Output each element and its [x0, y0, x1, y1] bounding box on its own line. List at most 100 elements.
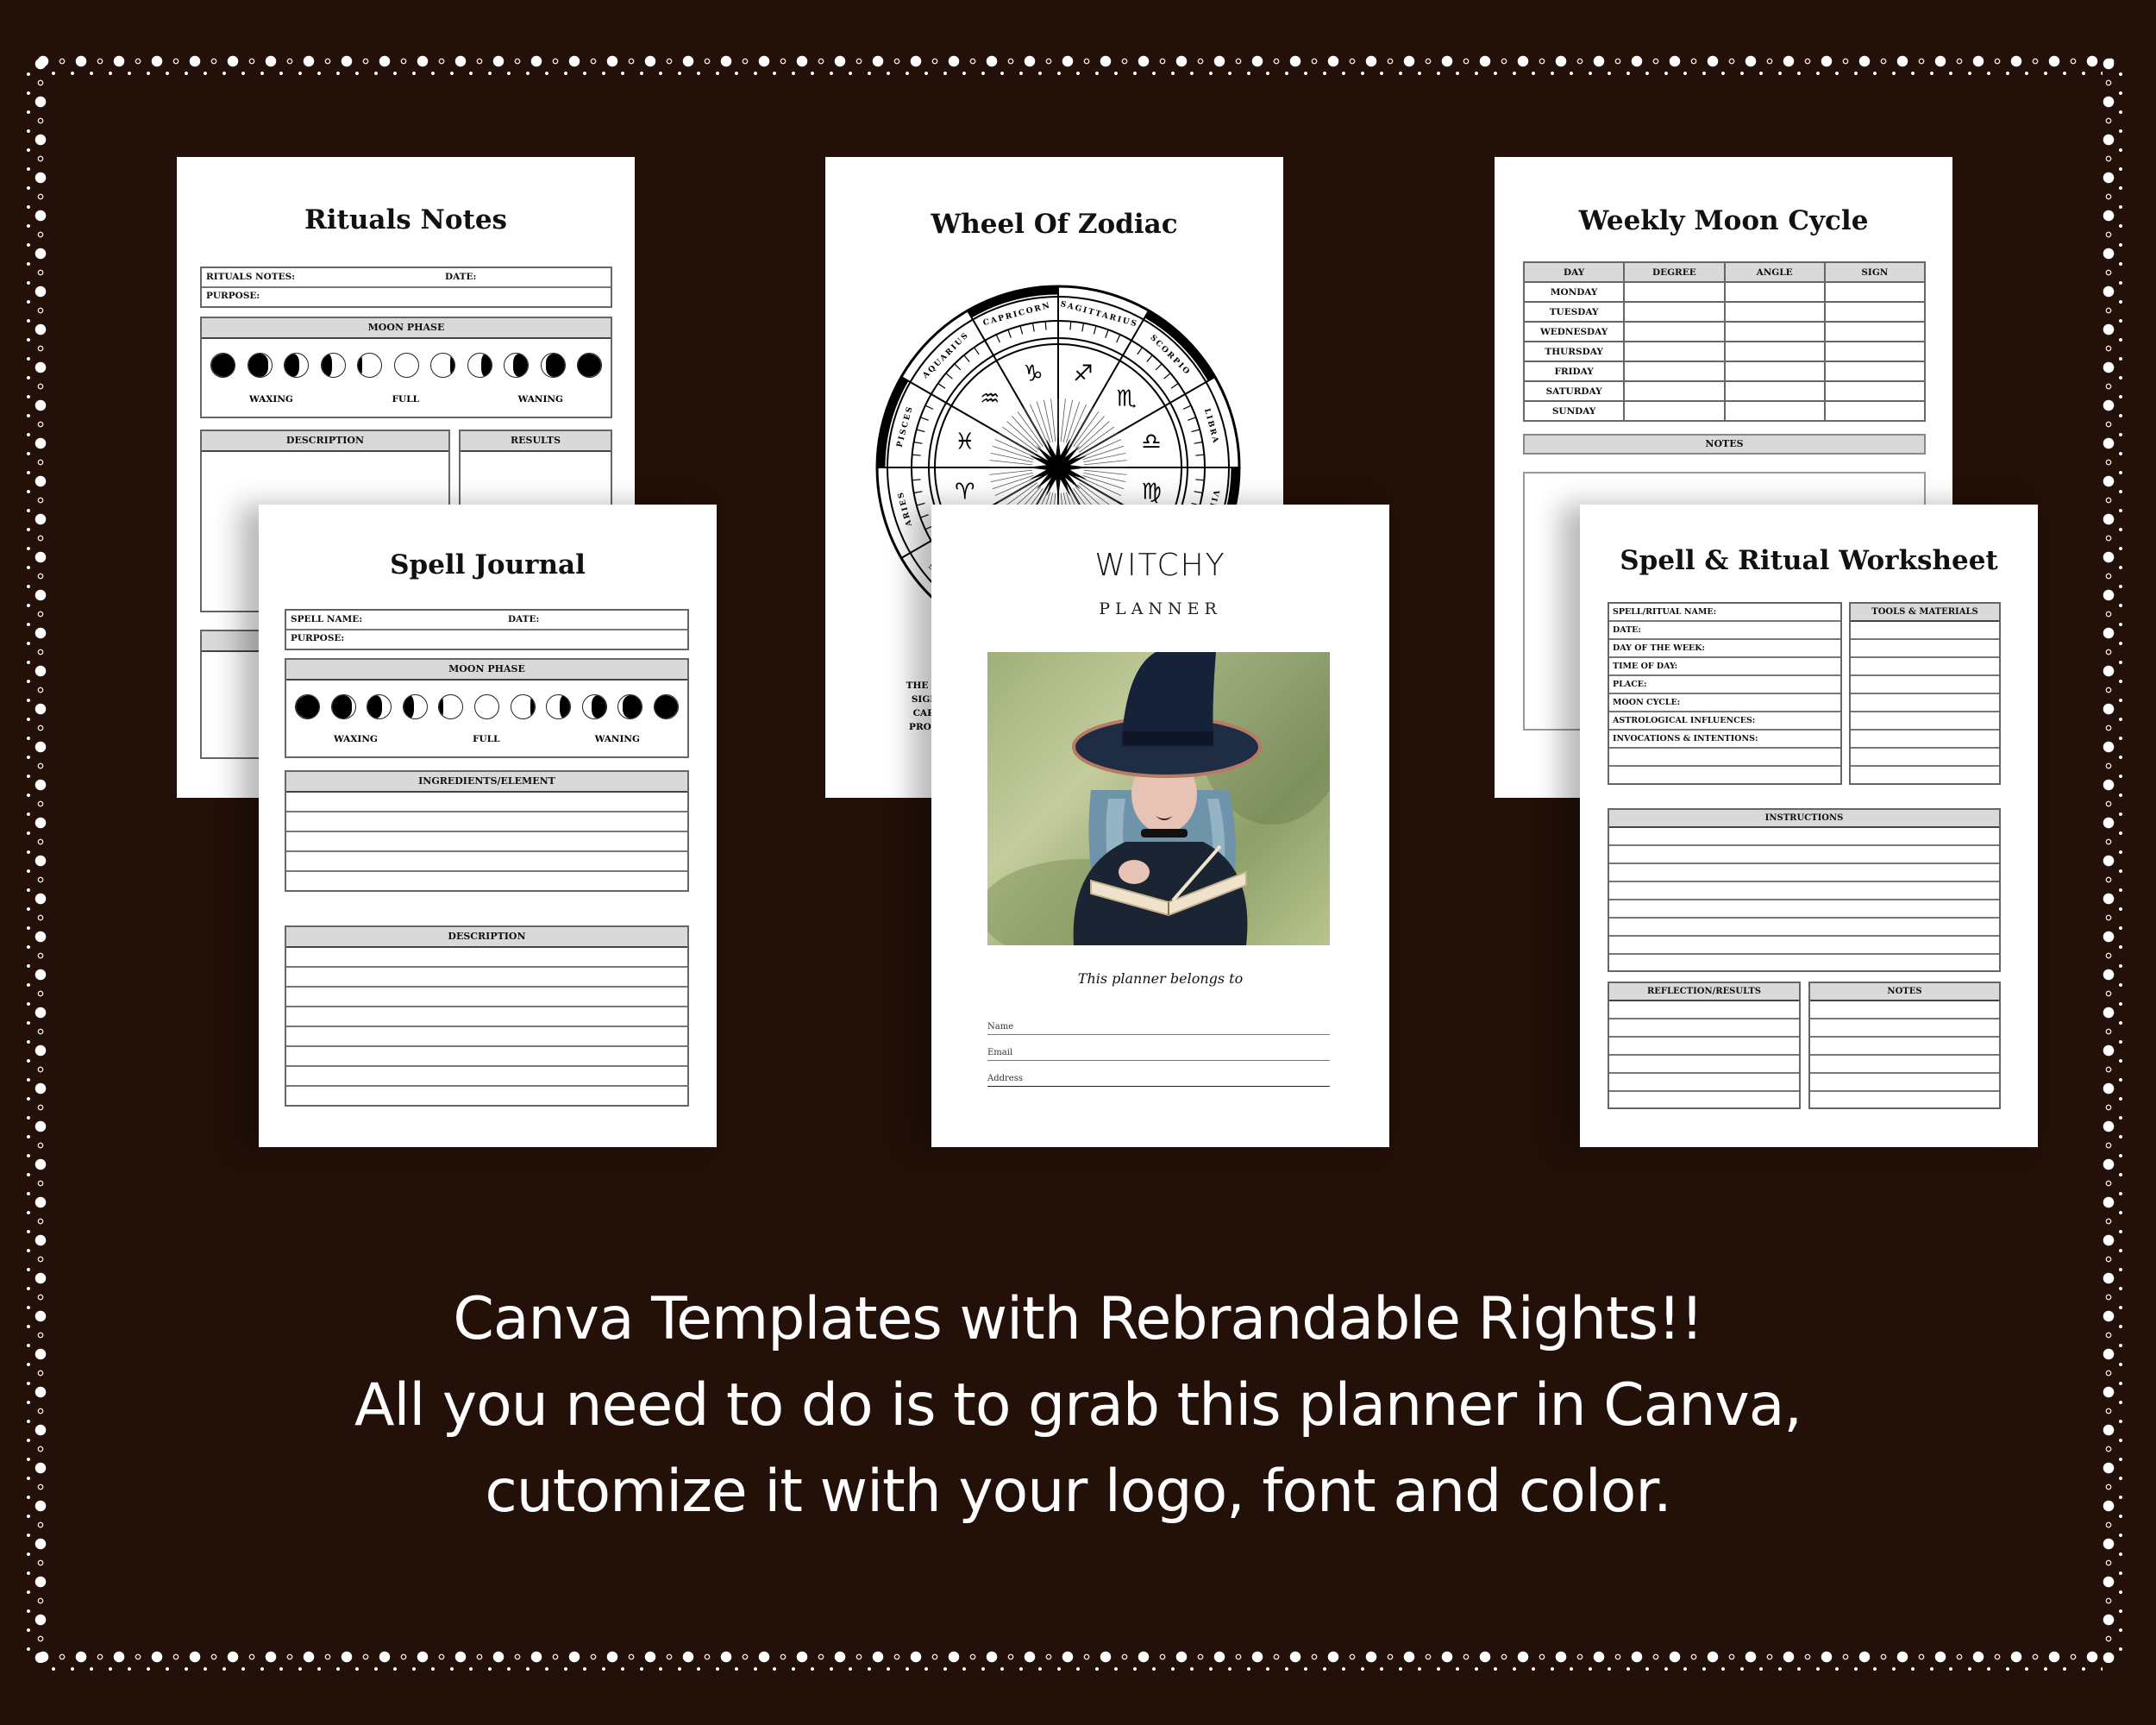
writing-line[interactable] — [286, 1087, 687, 1107]
writing-line[interactable] — [286, 832, 687, 852]
writing-line[interactable] — [286, 1047, 687, 1067]
writing-line[interactable] — [1851, 658, 1999, 676]
sun-ray — [992, 474, 1034, 490]
writing-line[interactable] — [286, 793, 687, 812]
writing-line[interactable] — [1609, 882, 1999, 900]
writing-line[interactable] — [1609, 900, 1999, 919]
writing-line[interactable] — [1851, 767, 1999, 785]
degree-cell[interactable] — [1623, 361, 1726, 382]
writing-line[interactable] — [286, 852, 687, 872]
worksheet-field-row[interactable]: DATE: — [1609, 622, 1840, 640]
border-top — [34, 55, 2115, 67]
angle-cell[interactable] — [1723, 400, 1826, 422]
writing-line[interactable] — [1609, 1019, 1799, 1038]
writing-line[interactable] — [286, 1007, 687, 1027]
degree-cell[interactable] — [1623, 321, 1726, 342]
zodiac-sign-label: PISCES — [895, 405, 915, 448]
sign-cell[interactable] — [1823, 400, 1927, 422]
writing-line[interactable] — [286, 948, 687, 968]
ritual-name-label: RITUALS NOTES: — [206, 272, 296, 282]
writing-line[interactable] — [1609, 955, 1999, 973]
promo-line-1: Canva Templates with Rebrandable Rights!… — [453, 1285, 1703, 1353]
writing-line[interactable] — [1609, 937, 1999, 955]
moon-phase-header: MOON PHASE — [286, 660, 687, 681]
writing-line[interactable] — [1609, 1092, 1799, 1110]
writing-line[interactable] — [1851, 712, 1999, 731]
wheel-tick — [984, 340, 990, 348]
ingredients-header: INGREDIENTS/ELEMENT — [286, 772, 687, 793]
writing-line[interactable] — [286, 872, 687, 892]
moon-phase-icon — [438, 694, 464, 719]
worksheet-field-row[interactable]: PLACE: — [1609, 676, 1840, 694]
wheel-tick — [1163, 373, 1171, 380]
writing-line[interactable] — [286, 1027, 687, 1047]
name-field[interactable]: Name — [987, 1009, 1330, 1035]
degree-cell[interactable] — [1623, 380, 1726, 402]
sign-cell[interactable] — [1823, 361, 1927, 382]
worksheet-field-row[interactable]: SPELL/RITUAL NAME: — [1609, 604, 1840, 622]
angle-cell[interactable] — [1723, 361, 1826, 382]
writing-line[interactable] — [286, 812, 687, 832]
angle-cell[interactable] — [1723, 321, 1826, 342]
writing-line[interactable] — [1810, 1038, 1999, 1056]
writing-line[interactable] — [1609, 864, 1999, 882]
writing-line[interactable] — [1851, 749, 1999, 767]
address-field[interactable]: Address — [987, 1061, 1330, 1087]
sign-cell[interactable] — [1823, 341, 1927, 362]
sign-cell[interactable] — [1823, 281, 1927, 303]
angle-cell[interactable] — [1723, 301, 1826, 323]
writing-line[interactable] — [286, 968, 687, 988]
writing-line[interactable] — [286, 1067, 687, 1087]
sign-cell[interactable] — [1823, 380, 1927, 402]
sun-ray — [1036, 401, 1051, 443]
degree-cell[interactable] — [1623, 400, 1726, 422]
degree-cell[interactable] — [1623, 281, 1726, 303]
sun-ray — [1082, 474, 1125, 490]
writing-line[interactable] — [1851, 694, 1999, 712]
writing-line[interactable] — [1851, 640, 1999, 658]
wheel-tick — [1194, 491, 1203, 494]
worksheet-field-row[interactable]: TIME OF DAY: — [1609, 658, 1840, 676]
cover-subtitle: PLANNER — [1099, 599, 1222, 618]
moon-phase-icon — [510, 694, 536, 719]
writing-line[interactable] — [1851, 731, 1999, 749]
writing-line[interactable] — [1851, 676, 1999, 694]
worksheet-field-row[interactable] — [1609, 767, 1840, 785]
writing-line[interactable] — [1609, 846, 1999, 864]
angle-cell[interactable] — [1723, 281, 1826, 303]
worksheet-field-row[interactable]: ASTROLOGICAL INFLUENCES: — [1609, 712, 1840, 731]
worksheet-field-row[interactable]: DAY OF THE WEEK: — [1609, 640, 1840, 658]
zodiac-glyph-icon: ♓ — [955, 430, 975, 455]
sign-cell[interactable] — [1823, 321, 1927, 342]
wheel-tick — [1126, 340, 1132, 348]
email-field[interactable]: Email — [987, 1035, 1330, 1061]
writing-line[interactable] — [1609, 919, 1999, 937]
angle-cell[interactable] — [1723, 341, 1826, 362]
writing-line[interactable] — [1810, 1056, 1999, 1074]
wheel-tick — [945, 373, 953, 380]
writing-line[interactable] — [1609, 1001, 1799, 1019]
writing-line[interactable] — [1609, 1074, 1799, 1092]
writing-line[interactable] — [286, 988, 687, 1007]
writing-line[interactable] — [1609, 1056, 1799, 1074]
moon-phase-icons — [295, 694, 679, 719]
angle-cell[interactable] — [1723, 380, 1826, 402]
writing-line[interactable] — [1810, 1019, 1999, 1038]
phase-labels: WAXING FULL WANING — [249, 394, 563, 405]
writing-line[interactable] — [1609, 1038, 1799, 1056]
writing-line[interactable] — [1810, 1074, 1999, 1092]
degree-cell[interactable] — [1623, 341, 1726, 362]
wheel-tick — [1170, 383, 1179, 389]
worksheet-field-row[interactable]: MOON CYCLE: — [1609, 694, 1840, 712]
writing-line[interactable] — [1851, 622, 1999, 640]
day-cell: THURSDAY — [1522, 341, 1626, 362]
moon-phase-icon — [617, 694, 643, 719]
worksheet-field-row[interactable] — [1609, 749, 1840, 767]
sign-cell[interactable] — [1823, 301, 1927, 323]
writing-line[interactable] — [1810, 1092, 1999, 1110]
worksheet-field-row[interactable]: INVOCATIONS & INTENTIONS: — [1609, 731, 1840, 749]
degree-cell[interactable] — [1623, 301, 1726, 323]
writing-line[interactable] — [1810, 1001, 1999, 1019]
writing-line[interactable] — [1609, 828, 1999, 846]
cover-photo — [987, 652, 1330, 945]
